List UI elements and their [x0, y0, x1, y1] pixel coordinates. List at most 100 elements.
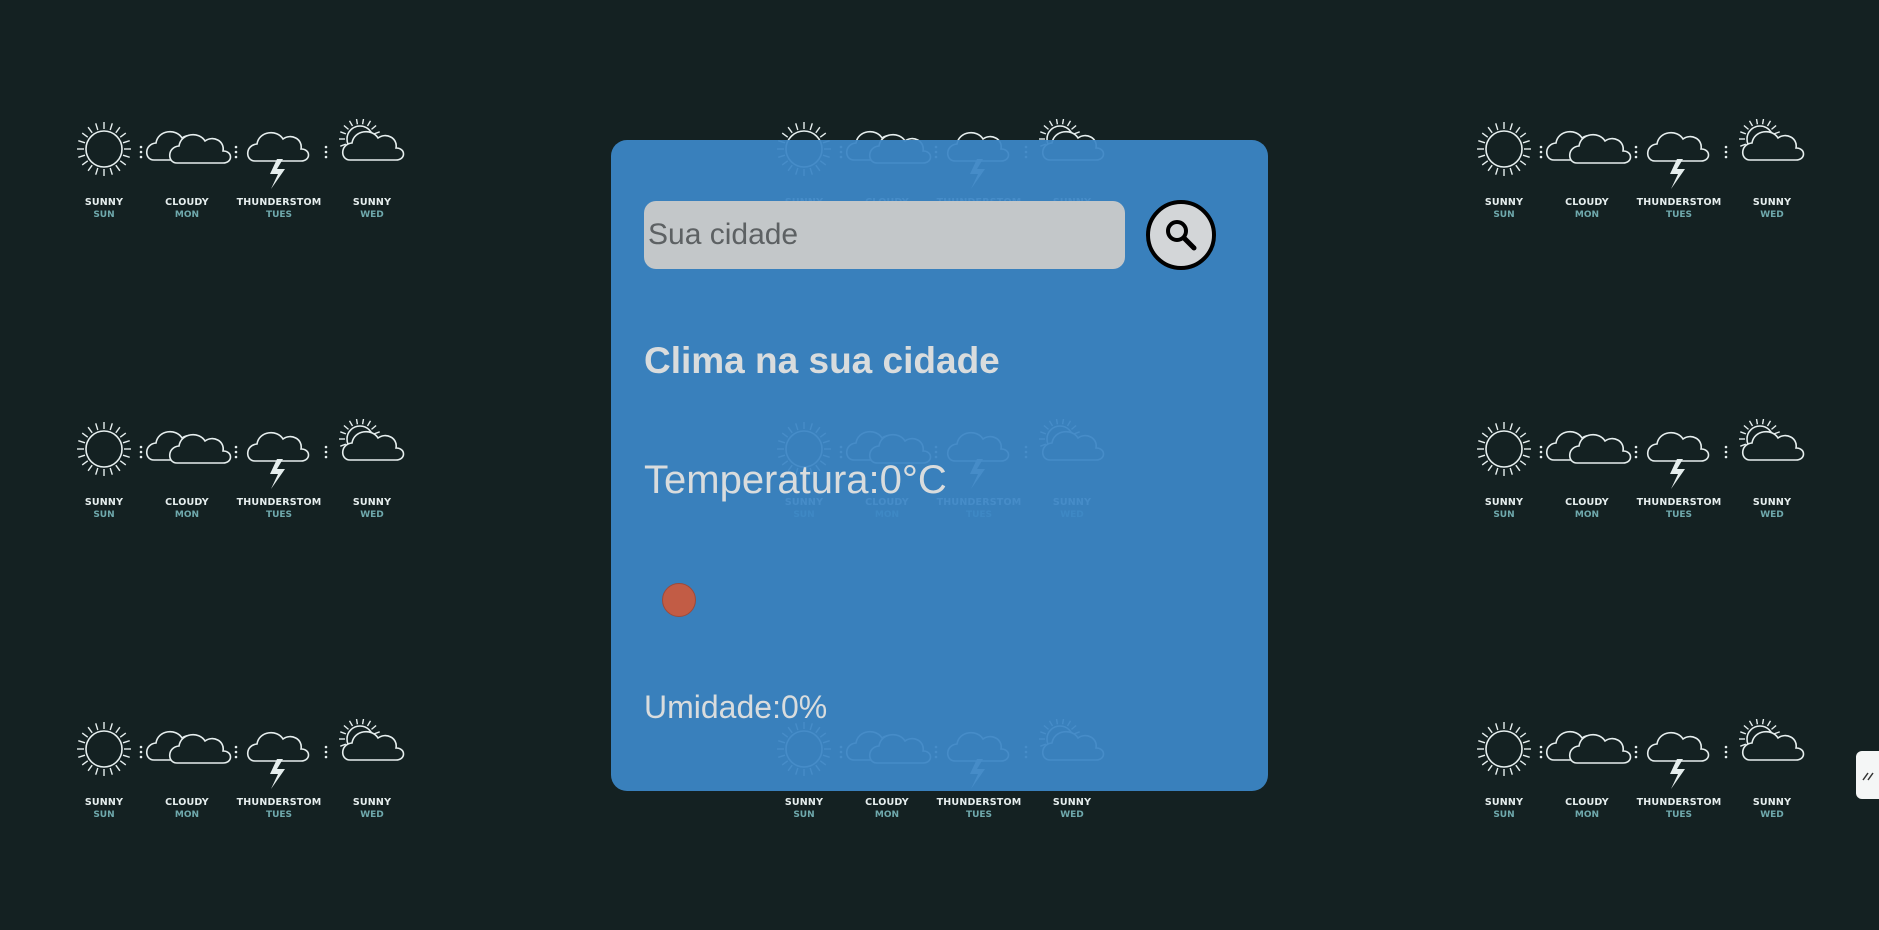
thunderstorm-icon [1646, 131, 1710, 189]
humidity-unit: % [798, 689, 828, 725]
forecast-day-label: WED [1760, 510, 1784, 520]
forecast-day-label: WED [360, 810, 384, 820]
sun-icon [1477, 122, 1531, 176]
forecast-caption: CLOUDY MON [837, 797, 937, 821]
forecast-day-label: TUES [1665, 510, 1693, 520]
temperature-label: Temperatura: [644, 458, 880, 502]
forecast-day-label: MON [1574, 210, 1600, 220]
forecast-day-label: TUES [265, 810, 293, 820]
sun-cloud-icon [339, 119, 405, 161]
forecast-weather-label: SUNNY [1752, 197, 1792, 208]
forecast-weather-label: CLOUDY [165, 797, 209, 808]
forecast-weather-label: CLOUDY [1565, 797, 1609, 808]
forecast-caption: SUNNY WED [322, 497, 422, 521]
humidity-readout: Umidade: 0 % [644, 689, 827, 726]
cloud-icon [145, 130, 232, 164]
forecast-caption: CLOUDY MON [137, 197, 237, 221]
forecast-icons [1477, 719, 1805, 789]
forecast-weather-label: THUNDERSTOM [1636, 197, 1722, 208]
forecast-caption: CLOUDY MON [137, 797, 237, 821]
sun-icon [1477, 422, 1531, 476]
forecast-weather-label: SUNNY [1752, 497, 1792, 508]
forecast-caption: THUNDERSTOM TUES [1629, 797, 1729, 821]
forecast-day-label: MON [174, 210, 200, 220]
forecast-weather-label: THUNDERSTOM [236, 797, 322, 808]
forecast-weather-label: THUNDERSTOM [236, 197, 322, 208]
forecast-tile: SUNNYSUNCLOUDYMONTHUNDERSTOMTUESSUNNYWED [1474, 719, 1814, 829]
forecast-caption: SUNNY WED [1722, 497, 1822, 521]
cloud-icon [145, 430, 232, 464]
forecast-weather-label: CLOUDY [1565, 497, 1609, 508]
forecast-caption: THUNDERSTOM TUES [1629, 197, 1729, 221]
forecast-weather-label: THUNDERSTOM [1636, 797, 1722, 808]
cloud-icon [1545, 730, 1632, 764]
thunderstorm-icon [246, 431, 310, 489]
search-icon [1163, 217, 1199, 253]
thunderstorm-icon [246, 731, 310, 789]
cloud-icon [145, 730, 232, 764]
forecast-day-label: TUES [265, 210, 293, 220]
forecast-caption: SUNNY WED [1722, 797, 1822, 821]
forecast-day-label: TUES [265, 510, 293, 520]
thunderstorm-icon [1646, 431, 1710, 489]
forecast-caption: THUNDERSTOM TUES [229, 797, 329, 821]
forecast-caption: THUNDERSTOM TUES [229, 197, 329, 221]
sun-cloud-icon [1739, 119, 1805, 161]
sun-icon [77, 722, 131, 776]
forecast-caption: THUNDERSTOM TUES [929, 797, 1029, 821]
forecast-caption: THUNDERSTOM TUES [1629, 497, 1729, 521]
thunderstorm-icon [1646, 731, 1710, 789]
sun-icon [77, 122, 131, 176]
forecast-day-label: WED [360, 510, 384, 520]
city-title: Clima na sua cidade [644, 340, 1000, 381]
forecast-weather-label: SUNNY [352, 497, 392, 508]
forecast-caption: THUNDERSTOM TUES [229, 497, 329, 521]
sun-cloud-icon [339, 419, 405, 461]
sun-icon [1477, 722, 1531, 776]
forecast-caption: CLOUDY MON [1537, 497, 1637, 521]
cloud-icon [1545, 130, 1632, 164]
forecast-weather-label: SUNNY [352, 197, 392, 208]
temperature-value: 0 [879, 458, 902, 502]
search-button[interactable] [1146, 200, 1216, 270]
forecast-tile: SUNNYSUNCLOUDYMONTHUNDERSTOMTUESSUNNYWED [74, 719, 414, 829]
side-panel-tab[interactable] [1856, 751, 1879, 799]
forecast-day-label: MON [1574, 810, 1600, 820]
forecast-day-label: TUES [1665, 810, 1693, 820]
forecast-weather-label: CLOUDY [865, 797, 909, 808]
weather-card: Clima na sua cidade Temperatura: 0 °C Um… [611, 140, 1268, 791]
forecast-tile: SUNNYSUNCLOUDYMONTHUNDERSTOMTUESSUNNYWED [74, 119, 414, 229]
forecast-caption: CLOUDY MON [1537, 797, 1637, 821]
forecast-icons [1477, 419, 1805, 489]
forecast-day-label: TUES [1665, 210, 1693, 220]
forecast-day-label: WED [1760, 810, 1784, 820]
forecast-caption: SUNNY WED [322, 797, 422, 821]
forecast-weather-label: THUNDERSTOM [1636, 497, 1722, 508]
temperature-unit: °C [901, 458, 947, 502]
cloud-icon [1545, 430, 1632, 464]
temperature-readout: Temperatura: 0 °C [644, 458, 947, 503]
forecast-day-label: WED [1760, 210, 1784, 220]
forecast-day-label: MON [174, 810, 200, 820]
forecast-day-label: TUES [965, 810, 993, 820]
thunderstorm-icon [246, 131, 310, 189]
forecast-weather-label: SUNNY [1052, 797, 1092, 808]
forecast-day-label: MON [1574, 510, 1600, 520]
forecast-day-label: MON [174, 510, 200, 520]
forecast-day-label: WED [360, 210, 384, 220]
forecast-weather-label: CLOUDY [1565, 197, 1609, 208]
expand-icon [1861, 768, 1875, 782]
sun-cloud-icon [1739, 419, 1805, 461]
forecast-caption: CLOUDY MON [137, 497, 237, 521]
forecast-weather-label: SUNNY [1752, 797, 1792, 808]
humidity-label: Umidade: [644, 689, 781, 725]
forecast-weather-label: CLOUDY [165, 197, 209, 208]
city-search-input[interactable] [644, 201, 1125, 269]
forecast-icons [77, 119, 405, 189]
forecast-icons [77, 719, 405, 789]
forecast-day-label: MON [874, 810, 900, 820]
forecast-caption: SUNNY WED [322, 197, 422, 221]
forecast-tile: SUNNYSUNCLOUDYMONTHUNDERSTOMTUESSUNNYWED [74, 419, 414, 529]
forecast-icons [77, 419, 405, 489]
forecast-caption: SUNNY WED [1722, 197, 1822, 221]
